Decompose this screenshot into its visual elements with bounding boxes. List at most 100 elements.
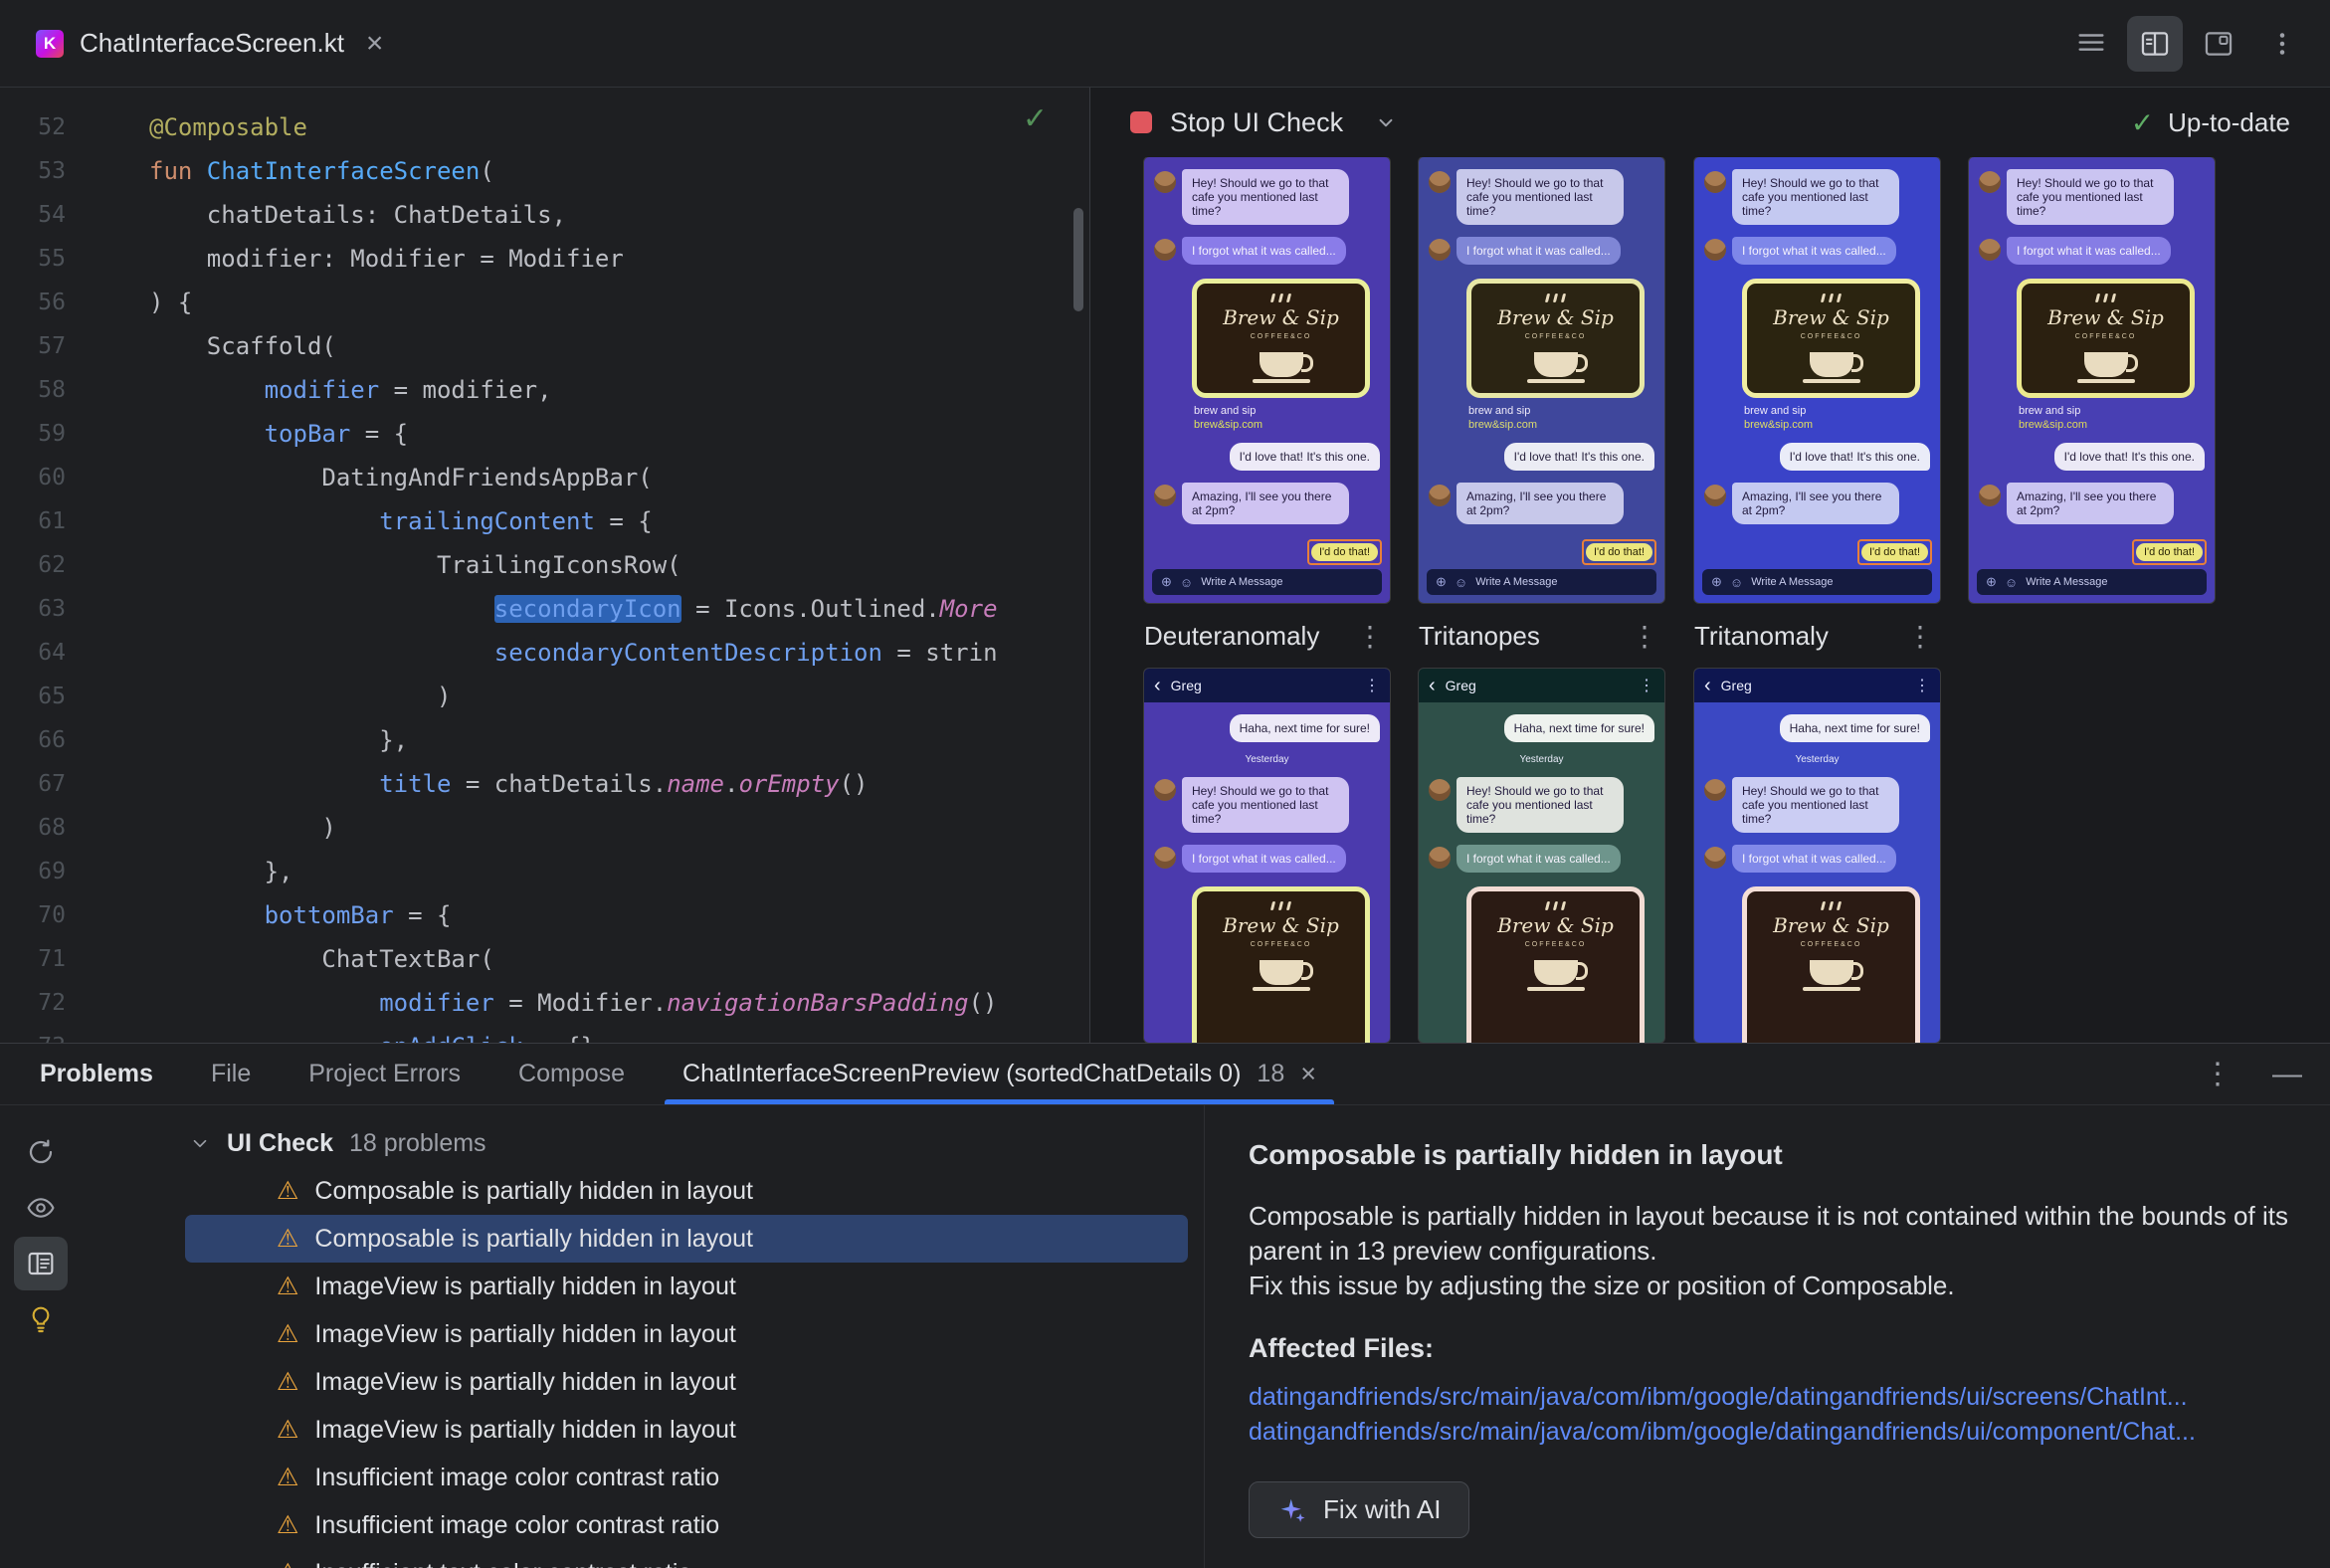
code-line[interactable]: 68 ) [0, 806, 1089, 850]
tab-close-icon[interactable]: × [1300, 1059, 1316, 1089]
card-title: Brew & Sip [2047, 305, 2164, 329]
line-number: 63 [38, 596, 66, 622]
preview-variant-label-row: Tritanopes ⋮ [1419, 603, 1664, 669]
warning-icon: ⚠ [277, 1273, 299, 1300]
code-editor[interactable]: 52 @Composable 53 fun ChatInterfaceScreen(5… [0, 88, 1090, 1043]
variant-menu-icon[interactable]: ⋮ [1631, 620, 1664, 653]
kebab-menu-icon[interactable] [2254, 16, 2310, 72]
kebab-menu-icon[interactable]: ⋮ [2203, 1057, 2233, 1091]
view-options-eye-icon[interactable] [14, 1181, 68, 1235]
show-details-icon[interactable] [14, 1237, 68, 1290]
code-line[interactable]: 60 DatingAndFriendsAppBar( [0, 456, 1089, 499]
problem-row[interactable]: ⚠ Insufficient image color contrast ratio [185, 1501, 1188, 1549]
problem-row[interactable]: ⚠ ImageView is partially hidden in layout [185, 1406, 1188, 1454]
problem-row[interactable]: ⚠ Composable is partially hidden in layou… [185, 1215, 1188, 1263]
code-line[interactable]: 65 ) [0, 675, 1089, 718]
inspections-ok-icon[interactable]: ✓ [1023, 101, 1048, 136]
problem-row[interactable]: ⚠ ImageView is partially hidden in layout [185, 1310, 1188, 1358]
code-line[interactable]: 70 bottomBar = { [0, 893, 1089, 937]
split-editor-preview-icon[interactable] [2127, 15, 2183, 72]
tab-file[interactable]: File [211, 1044, 251, 1104]
card-subtitle: brew and sip [1744, 405, 1807, 417]
code-line[interactable]: 62 TrailingIconsRow( [0, 543, 1089, 587]
problems-group-row[interactable]: UI Check 18 problems [82, 1119, 1204, 1167]
code-line[interactable]: 52 @Composable [0, 105, 1089, 149]
code-line[interactable]: 69 }, [0, 850, 1089, 893]
ui-check-device-icon[interactable] [2191, 16, 2246, 72]
preview-phone[interactable]: ‹ Greg ⋮ Haha, next time for sure! Yesterday… [1419, 669, 1664, 1043]
tab-close-icon[interactable]: × [366, 27, 384, 61]
chat-app-bar: ‹ Greg ⋮ [1694, 669, 1940, 702]
chevron-down-icon[interactable] [1373, 109, 1399, 135]
card-title: Brew & Sip [1497, 305, 1614, 329]
card-title: Brew & Sip [1223, 305, 1339, 329]
code-line[interactable]: 61 trailingContent = { [0, 499, 1089, 543]
variant-menu-icon[interactable]: ⋮ [1906, 620, 1940, 653]
problem-row[interactable]: ⚠ Composable is partially hidden in layou… [185, 1167, 1188, 1215]
preview-phone[interactable]: ‹ Greg ⋮ Haha, next time for sure! Yesterday… [1694, 669, 1940, 1043]
link-preview-card: Brew & Sip COFFEE&CO [1742, 886, 1920, 1043]
code-line[interactable]: 63 secondaryIcon = Icons.Outlined.More [0, 587, 1089, 631]
coffee-cup-icon [2076, 352, 2138, 383]
code-line[interactable]: 67 title = chatDetails.name.orEmpty() [0, 762, 1089, 806]
problem-row[interactable]: ⚠ Insufficient image color contrast ratio [185, 1454, 1188, 1501]
code-line[interactable]: 54 chatDetails: ChatDetails, [0, 193, 1089, 237]
code-line[interactable]: 71 ChatTextBar( [0, 937, 1089, 981]
code-line[interactable]: 73 onAddClick = {} [0, 1025, 1089, 1043]
stop-ui-check-button[interactable]: Stop UI Check [1130, 107, 1343, 138]
line-number: 56 [38, 290, 66, 315]
code-line[interactable]: 53 fun ChatInterfaceScreen( [0, 149, 1089, 193]
editor-tab[interactable]: K ChatInterfaceScreen.kt × [36, 0, 383, 87]
chat-bubble: I forgot what it was called... [1456, 845, 1621, 873]
warning-icon: ⚠ [277, 1368, 299, 1396]
code-line[interactable]: 59 topBar = { [0, 412, 1089, 456]
avatar [1154, 779, 1176, 801]
code-line[interactable]: 56) { [0, 281, 1089, 324]
preview-phone[interactable]: Hey! Should we go to that cafe you menti… [1969, 157, 2215, 603]
tab-project-errors[interactable]: Project Errors [308, 1044, 461, 1104]
chat-bubble: Amazing, I'll see you there at 2pm? [1182, 483, 1349, 524]
affected-file-link-2[interactable]: datingandfriends/src/main/java/com/ibm/g… [1249, 1415, 2290, 1450]
chat-bubble-row: I forgot what it was called... [1979, 237, 2205, 265]
day-separator: Yesterday [1245, 754, 1289, 765]
steam-icon [1205, 901, 1357, 910]
problem-row[interactable]: ⚠ ImageView is partially hidden in layout [185, 1358, 1188, 1406]
editor-scrollbar[interactable] [1073, 208, 1083, 311]
variant-menu-icon[interactable]: ⋮ [1356, 620, 1390, 653]
tool-window-title[interactable]: Problems [40, 1060, 153, 1088]
affected-file-link-1[interactable]: datingandfriends/src/main/java/com/ibm/g… [1249, 1380, 2290, 1415]
code-line[interactable]: 64 secondaryContentDescription = strin [0, 631, 1089, 675]
ui-check-issue-highlight: I'd do that! [2131, 539, 2207, 565]
editor-structure-icon[interactable] [2063, 16, 2119, 72]
preview-phone[interactable]: Hey! Should we go to that cafe you menti… [1419, 157, 1664, 603]
code-line[interactable]: 66 }, [0, 718, 1089, 762]
quick-fix-bulb-icon[interactable] [14, 1292, 68, 1346]
warning-icon: ⚠ [277, 1464, 299, 1491]
warning-icon: ⚠ [277, 1320, 299, 1348]
tab-compose[interactable]: Compose [518, 1044, 625, 1104]
card-band: COFFEE&CO [2074, 333, 2137, 340]
line-number: 52 [38, 114, 66, 140]
preview-phone[interactable]: Hey! Should we go to that cafe you menti… [1144, 157, 1390, 603]
problem-row[interactable]: ⚠ ImageView is partially hidden in layout [185, 1263, 1188, 1310]
preview-phone[interactable]: Hey! Should we go to that cafe you menti… [1694, 157, 1940, 603]
code-line[interactable]: 55 modifier: Modifier = Modifier [0, 237, 1089, 281]
minimize-icon[interactable]: — [2272, 1058, 2302, 1091]
contact-name: Greg [1720, 678, 1752, 693]
warning-icon: ⚠ [277, 1558, 298, 1568]
code-line[interactable]: 57 Scaffold( [0, 324, 1089, 368]
line-number: 70 [38, 902, 66, 928]
rerun-ui-check-icon[interactable] [14, 1125, 68, 1179]
back-icon: ‹ [1429, 675, 1436, 696]
code-line[interactable]: 72 modifier = Modifier.navigationBarsPad… [0, 981, 1089, 1025]
tool-window-controls: ⋮ — [2203, 1057, 2302, 1091]
problem-row[interactable]: ⚠ Insufficient text color contrast ratio [185, 1549, 1188, 1568]
emoji-icon: ☺ [1179, 574, 1194, 590]
preview-phone[interactable]: ‹ Greg ⋮ Haha, next time for sure! Yesterday… [1144, 669, 1390, 1043]
code-line[interactable]: 58 modifier = modifier, [0, 368, 1089, 412]
line-number: 66 [38, 727, 66, 753]
fix-with-ai-button[interactable]: Fix with AI [1249, 1481, 1470, 1538]
coffee-cup-icon [1252, 960, 1313, 991]
tab-preview[interactable]: ChatInterfaceScreenPreview (sortedChatDe… [665, 1044, 1334, 1104]
contact-name: Greg [1170, 678, 1202, 693]
